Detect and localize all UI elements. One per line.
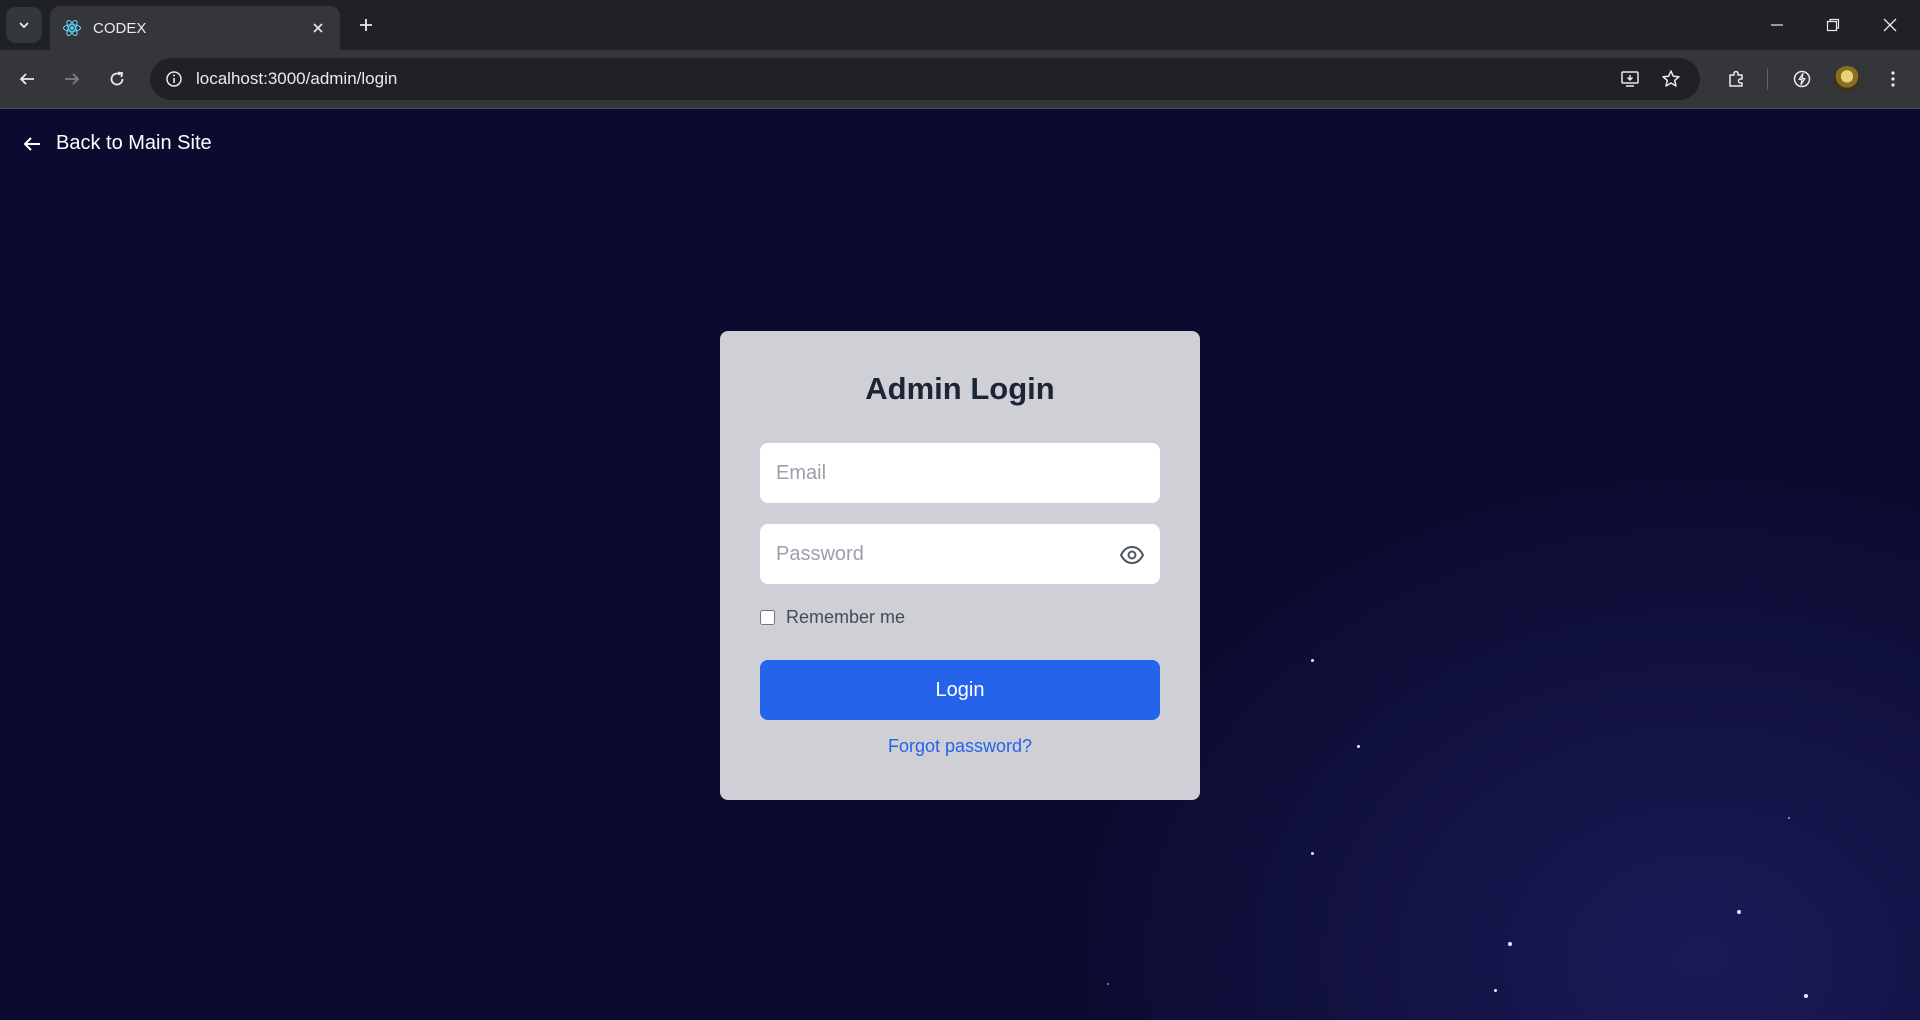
star-decoration: [1804, 994, 1808, 998]
arrow-left-icon: [22, 133, 44, 155]
forgot-password-link[interactable]: Forgot password?: [720, 736, 1200, 757]
install-app-button[interactable]: [1616, 65, 1644, 93]
eye-icon[interactable]: [1118, 542, 1146, 568]
profile-avatar[interactable]: [1834, 66, 1860, 92]
plus-icon: [360, 19, 372, 31]
install-icon: [1621, 71, 1639, 87]
star-decoration: [1737, 910, 1741, 914]
back-to-main-site-link[interactable]: Back to Main Site: [22, 132, 212, 155]
restore-icon: [1826, 18, 1840, 32]
address-bar[interactable]: localhost:3000/admin/login: [150, 58, 1700, 100]
minimize-button[interactable]: [1759, 10, 1795, 40]
star-decoration: [1508, 942, 1512, 946]
react-icon: [62, 18, 82, 38]
password-input[interactable]: [760, 524, 1160, 584]
info-icon: [166, 71, 182, 87]
back-button[interactable]: [11, 63, 43, 95]
remember-me-label: Remember me: [786, 607, 906, 627]
star-decoration: [1788, 817, 1790, 819]
close-tab-icon[interactable]: [308, 18, 328, 38]
minimize-icon: [1771, 24, 1783, 26]
performance-button[interactable]: [1787, 64, 1817, 94]
site-info-button[interactable]: [158, 63, 190, 95]
page-content: Back to Main Site Admin Login Remember m…: [0, 109, 1920, 1020]
login-button[interactable]: Login: [760, 660, 1160, 720]
star-decoration: [1311, 659, 1314, 662]
url-text: localhost:3000/admin/login: [196, 69, 398, 88]
lightning-icon: [1793, 70, 1811, 88]
back-link-label: Back to Main Site: [56, 132, 212, 154]
new-tab-button[interactable]: [352, 11, 380, 39]
browser-tab[interactable]: CODEX: [50, 6, 340, 50]
star-icon: [1662, 70, 1680, 87]
puzzle-icon: [1729, 70, 1743, 87]
remember-me-option[interactable]: Remember me: [760, 607, 905, 628]
tab-search-button[interactable]: [6, 7, 42, 43]
restore-button[interactable]: [1815, 10, 1851, 40]
page-title: Admin Login: [865, 371, 1055, 406]
star-decoration: [1311, 852, 1314, 855]
browser-menu-button[interactable]: [1878, 64, 1908, 94]
toolbar-separator: [1767, 68, 1768, 90]
reload-icon: [110, 71, 124, 86]
close-window-button[interactable]: [1872, 10, 1908, 40]
reload-button[interactable]: [101, 63, 133, 95]
forward-button[interactable]: [56, 63, 88, 95]
star-decoration: [1494, 989, 1497, 992]
bookmark-button[interactable]: [1657, 65, 1685, 93]
remember-me-checkbox[interactable]: [760, 610, 775, 625]
star-decoration: [1357, 745, 1360, 748]
close-icon: [1883, 18, 1897, 32]
email-input[interactable]: [760, 443, 1160, 503]
arrow-left-icon: [19, 73, 34, 85]
star-decoration: [1107, 983, 1109, 985]
more-vertical-icon: [1891, 71, 1895, 87]
browser-tab-bar: CODEX: [0, 0, 1920, 50]
chevron-down-icon: [19, 22, 29, 29]
browser-toolbar: localhost:3000/admin/login: [0, 50, 1920, 109]
arrow-right-icon: [65, 73, 80, 85]
tab-title: CODEX: [93, 19, 147, 37]
login-card: Admin Login Remember me Login Forgot pas…: [720, 331, 1200, 800]
extensions-button[interactable]: [1721, 64, 1751, 94]
